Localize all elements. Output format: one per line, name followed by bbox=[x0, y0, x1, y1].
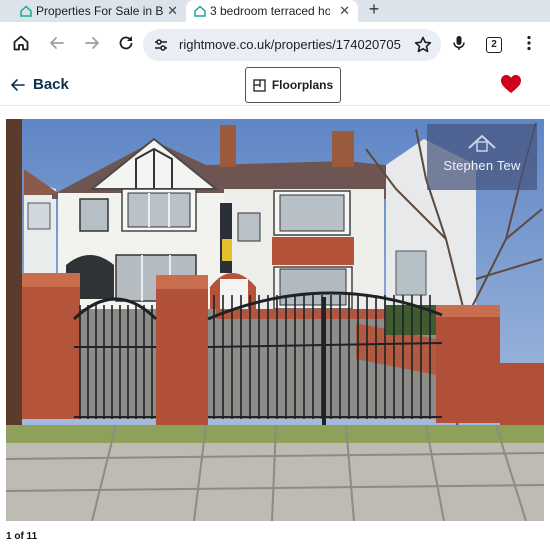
close-tab-icon[interactable]: ✕ bbox=[339, 3, 350, 19]
house-logo-icon bbox=[468, 134, 496, 152]
tab-strip: Properties For Sale in Blackp ✕ 3 bedroo… bbox=[0, 0, 550, 22]
property-photo[interactable]: Stephen Tew bbox=[6, 119, 544, 521]
more-vertical-icon bbox=[527, 35, 531, 51]
address-bar[interactable]: rightmove.co.uk/properties/174020705?u bbox=[143, 29, 441, 61]
floorplans-label: Floorplans bbox=[271, 78, 334, 92]
voice-search-button[interactable] bbox=[448, 32, 470, 54]
heart-icon[interactable] bbox=[500, 74, 522, 94]
home-icon bbox=[13, 35, 29, 51]
back-nav-button[interactable] bbox=[46, 32, 68, 54]
tab-property-detail[interactable]: 3 bedroom terraced house f ✕ bbox=[186, 0, 358, 22]
tab-title: Properties For Sale in Blackp bbox=[36, 4, 164, 18]
reload-icon bbox=[119, 36, 133, 50]
watermark-text: Stephen Tew bbox=[443, 158, 521, 173]
arrow-right-icon bbox=[85, 37, 100, 49]
browser-toolbar: rightmove.co.uk/properties/174020705?u 2 bbox=[0, 22, 550, 66]
arrow-left-icon bbox=[49, 37, 64, 49]
tab-properties-for-sale[interactable]: Properties For Sale in Blackp ✕ bbox=[0, 0, 186, 22]
rightmove-favicon-icon bbox=[20, 5, 32, 17]
floorplan-icon bbox=[253, 78, 266, 92]
reload-button[interactable] bbox=[115, 32, 137, 54]
tab-title: 3 bedroom terraced house f bbox=[210, 4, 330, 18]
back-label: Back bbox=[33, 76, 69, 93]
tune-icon[interactable] bbox=[153, 37, 169, 53]
home-button[interactable] bbox=[10, 32, 32, 54]
back-button[interactable]: Back bbox=[10, 76, 69, 93]
floorplans-button[interactable]: Floorplans bbox=[245, 67, 341, 103]
photo-counter: 1 of 11 bbox=[6, 531, 38, 542]
rightmove-favicon-icon bbox=[194, 5, 206, 17]
arrow-left-icon bbox=[10, 78, 25, 91]
tab-switcher-button[interactable]: 2 bbox=[486, 37, 502, 53]
close-tab-icon[interactable]: ✕ bbox=[167, 3, 178, 19]
browser-menu-button[interactable] bbox=[518, 32, 540, 54]
agent-watermark-logo: Stephen Tew bbox=[427, 124, 537, 190]
star-icon[interactable] bbox=[413, 35, 433, 55]
forward-nav-button[interactable] bbox=[81, 32, 103, 54]
microphone-icon bbox=[453, 36, 465, 50]
property-header-bar: Back Floorplans bbox=[0, 66, 550, 106]
url-text[interactable]: rightmove.co.uk/properties/174020705?u bbox=[179, 37, 401, 52]
new-tab-button[interactable]: + bbox=[364, 0, 384, 20]
